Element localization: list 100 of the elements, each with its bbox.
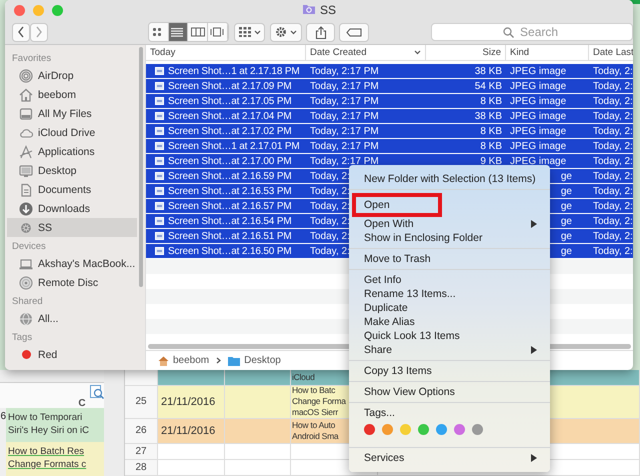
row-number: 25 <box>135 396 147 408</box>
tag-color-dot[interactable] <box>364 424 375 435</box>
size-text: 8 KB <box>480 96 502 106</box>
date-text: Today, 2: <box>593 140 633 152</box>
back-button[interactable] <box>12 22 30 42</box>
close-button[interactable] <box>14 5 25 16</box>
sidebar-item[interactable]: All... <box>7 309 137 328</box>
monitor-icon <box>19 164 33 178</box>
sidebar-item[interactable]: Applications <box>7 142 137 161</box>
file-name: Screen Shot…at 2.16.59 PM <box>168 170 292 182</box>
file-row[interactable]: Screen Shot…1 at 2.17.18 PM Today, 2:17 PM 38 KB JPEG image Today, 2: <box>146 64 633 79</box>
file-row[interactable]: Screen Shot…at 2.17.04 PM Today, 2:17 PM 38 KB JPEG image Today, 2: <box>146 109 633 124</box>
date-text: Today, 2:17 PM <box>310 140 379 152</box>
menu-item[interactable]: Quick Look 13 Items <box>349 329 550 343</box>
kind-text: JPEG image <box>510 156 566 166</box>
size-text: 8 KB <box>480 126 502 136</box>
row-number: 28 <box>135 462 147 473</box>
sidebar-item[interactable]: Remote Disc <box>7 273 137 292</box>
sidebar-item[interactable]: Akshay's MacBook... <box>7 254 137 273</box>
column-header[interactable]: Kind <box>506 45 589 60</box>
scrollbar-thumb[interactable] <box>139 47 143 287</box>
view-mode-button[interactable] <box>168 23 188 41</box>
action-button[interactable] <box>270 22 302 42</box>
size-text: 54 KB <box>474 80 502 92</box>
date-text: Today, 2: <box>593 186 633 196</box>
date-text: Today, 2: <box>593 216 633 226</box>
menu-item[interactable]: Rename 13 Items... <box>349 287 550 301</box>
sidebar-item[interactable]: AirDrop <box>7 66 137 85</box>
menu-item[interactable]: Services <box>349 451 550 465</box>
sidebar-item[interactable]: Red <box>7 345 137 364</box>
menu-item[interactable]: Tags... <box>349 406 550 420</box>
list-icon <box>171 27 186 37</box>
tag-color-dot[interactable] <box>454 424 465 435</box>
zoom-button[interactable] <box>52 5 63 16</box>
file-row[interactable]: Screen Shot…at 2.17.09 PM Today, 2:17 PM 54 KB JPEG image Today, 2: <box>146 79 633 94</box>
sidebar-item[interactable]: Desktop <box>7 161 137 180</box>
view-mode-button[interactable] <box>188 23 208 41</box>
tag-color-dot[interactable] <box>382 424 393 435</box>
column-header[interactable]: Today <box>146 45 306 60</box>
file-name: Screen Shot…at 2.17.09 PM <box>168 80 292 92</box>
search-field[interactable]: Search <box>431 23 633 41</box>
file-name: Screen Shot…at 2.16.53 PM <box>168 186 292 196</box>
column-header[interactable]: Size <box>426 45 506 60</box>
view-mode-button[interactable] <box>149 23 169 41</box>
date-text: Today, 2:17 PM <box>310 80 379 92</box>
menu-item[interactable]: Show in Enclosing Folder <box>349 231 550 245</box>
tag-button[interactable] <box>339 22 370 42</box>
segmented-control[interactable] <box>148 22 229 42</box>
sidebar-item[interactable]: All My Files <box>7 104 137 123</box>
cell-text: How to Temporari <box>8 411 84 424</box>
date-text: Today, 2:17 PM <box>310 126 379 136</box>
menu-item[interactable]: New Folder with Selection (13 Items) <box>349 172 550 186</box>
date-text: Today, 2: <box>593 126 633 136</box>
sidebar-item[interactable]: SS <box>7 218 137 237</box>
tag-color-dot[interactable] <box>436 424 447 435</box>
file-name: Screen Shot…at 2.17.00 PM <box>168 156 292 166</box>
date-text: Today, 2: <box>593 170 633 182</box>
sidebar-item[interactable]: Downloads <box>7 199 137 218</box>
menu-item[interactable]: Open With <box>349 217 550 231</box>
chevron-left-icon <box>17 26 25 38</box>
tag-color-dot[interactable] <box>400 424 411 435</box>
menu-item[interactable]: Share <box>349 343 550 357</box>
path-item[interactable]: Desktop <box>228 355 281 366</box>
row-number: 6 <box>0 410 6 424</box>
file-row[interactable]: Screen Shot…at 2.17.05 PM Today, 2:17 PM 8 KB JPEG image Today, 2: <box>146 94 633 109</box>
menu-item[interactable]: Move to Trash <box>349 252 550 266</box>
house-icon <box>158 356 169 366</box>
column-header[interactable]: Date Created <box>306 45 426 60</box>
chevron-right-icon <box>35 26 43 38</box>
date-text: Today, 2: <box>593 110 633 122</box>
menu-item[interactable]: Make Alias <box>349 315 550 329</box>
file-row[interactable]: Screen Shot…1 at 2.17.01 PM Today, 2:17 PM 8 KB JPEG image Today, 2: <box>146 139 633 154</box>
kind-text: ge <box>560 231 572 242</box>
share-button[interactable] <box>306 22 336 42</box>
folder-icon <box>302 2 316 14</box>
cell-text: 21/11/2016 <box>161 396 216 408</box>
size-text: 8 KB <box>480 140 502 152</box>
folder-icon <box>228 356 240 366</box>
sidebar-item[interactable]: Documents <box>7 180 137 199</box>
menu-item[interactable]: Show View Options <box>349 385 550 399</box>
cell-text: Change Forma <box>292 396 346 408</box>
file-row[interactable]: Screen Shot…at 2.17.02 PM Today, 2:17 PM 8 KB JPEG image Today, 2: <box>146 124 633 139</box>
date-text: Today, 2: <box>593 200 633 212</box>
kind-text: JPEG image <box>510 140 566 152</box>
date-text: Today, 2: <box>310 216 350 226</box>
path-item[interactable]: beebom <box>158 355 210 366</box>
tag-color-dot[interactable] <box>418 424 429 435</box>
arrange-button[interactable] <box>234 22 266 42</box>
sidebar-item[interactable]: beebom <box>7 85 137 104</box>
tag-color-dot[interactable] <box>472 424 483 435</box>
date-text: Today, 2: <box>310 230 350 242</box>
menu-item[interactable]: Get Info <box>349 273 550 287</box>
menu-item[interactable]: Duplicate <box>349 301 550 315</box>
kind-text: ge <box>560 216 572 227</box>
cell-text: Change Formats c <box>8 458 88 471</box>
menu-item[interactable]: Copy 13 Items <box>349 364 550 378</box>
menu-item[interactable]: Open <box>349 193 550 217</box>
view-mode-button[interactable] <box>208 23 228 41</box>
date-text: Today, 2: <box>593 80 633 92</box>
sidebar-item[interactable]: iCloud Drive <box>7 123 137 142</box>
